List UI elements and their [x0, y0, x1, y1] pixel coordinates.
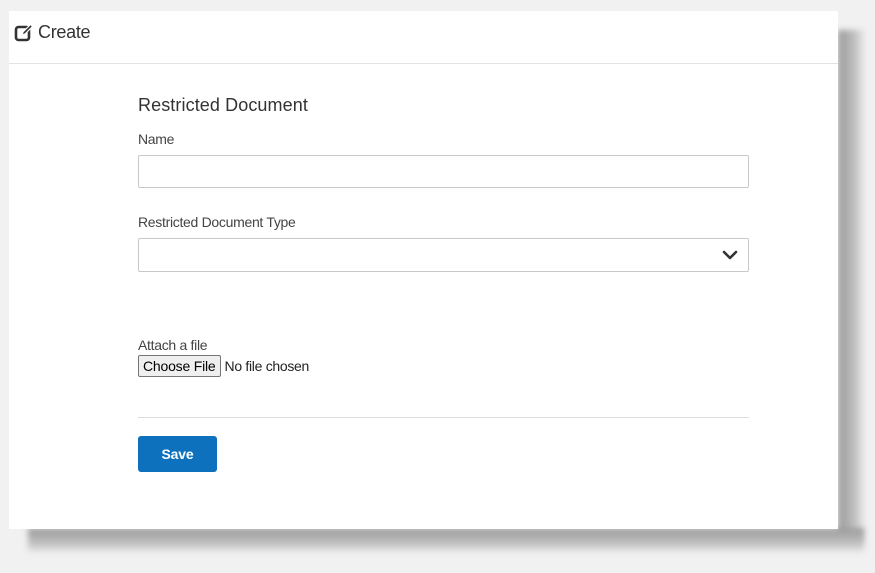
document-type-select[interactable]	[138, 238, 749, 272]
create-dialog: Create Restricted Document Name Restrict…	[9, 11, 838, 529]
name-label: Name	[138, 131, 175, 147]
chevron-down-icon[interactable]	[722, 248, 738, 262]
restricted-document-form: Restricted Document Name Restricted Docu…	[138, 95, 749, 472]
dialog-shadow-right	[838, 30, 864, 542]
form-divider	[138, 417, 749, 418]
document-type-label: Restricted Document Type	[138, 214, 296, 230]
dialog-header: Create	[9, 11, 838, 64]
attach-file-label: Attach a file	[138, 337, 208, 353]
dialog-shadow-bottom	[28, 528, 864, 552]
dialog-title: Create	[38, 21, 91, 42]
choose-file-button[interactable]: Choose File	[138, 355, 221, 377]
name-input[interactable]	[138, 155, 749, 188]
file-input-row: Choose File No file chosen	[138, 355, 749, 377]
file-status-text: No file chosen	[224, 358, 310, 374]
save-button[interactable]: Save	[138, 436, 217, 472]
section-title: Restricted Document	[138, 95, 308, 115]
edit-square-icon	[14, 23, 34, 43]
